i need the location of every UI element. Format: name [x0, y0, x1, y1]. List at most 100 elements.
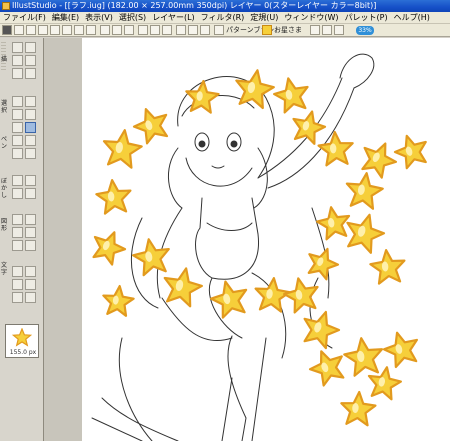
gradient-tool-icon[interactable] [25, 175, 36, 186]
tool-palette: 描 選択 ペン ぼかし 図形 文字 155.0 px [0, 38, 44, 441]
tool-group-label: 描 [1, 56, 8, 63]
brush-size-icon[interactable] [310, 25, 320, 35]
menu-file[interactable]: ファイル(F) [0, 12, 49, 23]
print-icon[interactable] [50, 25, 60, 35]
star-stamp [102, 284, 135, 317]
ruler-tool-icon[interactable] [12, 279, 23, 290]
brush-preset-swatch[interactable]: 155.0 px [5, 324, 39, 358]
rect-select-icon[interactable] [12, 96, 23, 107]
star-stamp [273, 77, 309, 114]
star-stamp [317, 130, 354, 167]
star-stamp [361, 142, 397, 179]
brush-size-label: 155.0 px [9, 349, 37, 356]
tool-group-label: ぼかし [1, 178, 8, 199]
select-pen-icon[interactable] [25, 109, 36, 120]
star-stamp [393, 134, 427, 170]
magic-wand-icon[interactable] [25, 68, 36, 79]
menu-help[interactable]: ヘルプ(H) [391, 12, 433, 23]
menu-ruler[interactable]: 定規(U) [247, 12, 281, 23]
pen-tool-icon[interactable] [25, 122, 36, 133]
star-stamp [235, 69, 275, 110]
brush-icon[interactable] [150, 25, 160, 35]
star-stamp [292, 110, 327, 145]
fill-tool-icon[interactable] [12, 175, 23, 186]
star-stamp [132, 238, 170, 277]
zoom-badge[interactable]: 33% [356, 26, 374, 35]
pattern-tool-icon[interactable] [25, 279, 36, 290]
title-bar: IllustStudio - [[ラフ.iug] (182.00 × 257.0… [0, 0, 450, 12]
star-brush-icon[interactable] [262, 25, 272, 35]
menu-window[interactable]: ウィンドウ(W) [281, 12, 341, 23]
star-preset-icon [12, 328, 32, 347]
toolbar: パターンブラシ お星さま 33% [0, 24, 450, 37]
menu-palette[interactable]: パレット(P) [342, 12, 391, 23]
airbrush-tool-icon[interactable] [12, 135, 23, 146]
ellipse-select-icon[interactable] [25, 96, 36, 107]
redo-icon[interactable] [124, 25, 134, 35]
star-stamp [308, 350, 345, 387]
polyline-tool-icon[interactable] [12, 240, 23, 251]
drawing-canvas[interactable] [82, 38, 450, 441]
star-stamp [303, 310, 341, 350]
star-stamp [132, 107, 169, 145]
opacity-icon[interactable] [322, 25, 332, 35]
lasso-tool-icon[interactable] [12, 68, 23, 79]
star-stamp [283, 277, 319, 314]
tool-group-label: 図形 [1, 218, 8, 232]
pen-icon[interactable] [138, 25, 148, 35]
cut-icon[interactable] [62, 25, 72, 35]
artwork [91, 53, 427, 441]
pencil-tool-icon[interactable] [12, 122, 23, 133]
operation-tool-icon[interactable] [25, 292, 36, 303]
blur-tool-icon[interactable] [25, 148, 36, 159]
app-icon [2, 2, 10, 10]
paste-icon[interactable] [86, 25, 96, 35]
zoom-tool-icon[interactable] [12, 55, 23, 66]
star-brush-label[interactable]: お星さま [274, 24, 302, 36]
pattern-brush-icon[interactable] [214, 25, 224, 35]
eyedropper-tool-icon[interactable] [12, 188, 23, 199]
menu-edit[interactable]: 編集(E) [49, 12, 82, 23]
open-file-icon[interactable] [26, 25, 36, 35]
rotate-tool-icon[interactable] [25, 42, 36, 53]
frame-tool-icon[interactable] [25, 240, 36, 251]
balloon-tool-icon[interactable] [25, 266, 36, 277]
ellipse-tool-icon[interactable] [25, 227, 36, 238]
object-tool-icon[interactable] [12, 292, 23, 303]
menu-filter[interactable]: フィルタ(R) [198, 12, 248, 23]
gradient-icon[interactable] [200, 25, 210, 35]
undo-icon[interactable] [112, 25, 122, 35]
eraser-icon[interactable] [162, 25, 172, 35]
fill-icon[interactable] [188, 25, 198, 35]
copy-icon[interactable] [74, 25, 84, 35]
eyedropper-icon[interactable] [176, 25, 186, 35]
curve-tool-icon[interactable] [25, 214, 36, 225]
star-stamp [209, 280, 248, 319]
eraser-tool-icon[interactable] [12, 148, 23, 159]
smudge-tool-icon[interactable] [25, 188, 36, 199]
menu-view[interactable]: 表示(V) [82, 12, 116, 23]
hand-tool-icon[interactable] [25, 55, 36, 66]
star-stamp [92, 231, 127, 266]
tool-group-label: 選択 [1, 100, 8, 114]
star-stamp [343, 337, 384, 377]
star-stamp [369, 248, 406, 285]
star-stamp [307, 247, 340, 281]
line-tool-icon[interactable] [12, 214, 23, 225]
rectangle-tool-icon[interactable] [12, 227, 23, 238]
blend-icon[interactable] [334, 25, 344, 35]
save-icon[interactable] [38, 25, 48, 35]
menu-bar: ファイル(F) 編集(E) 表示(V) 選択(S) レイヤー(L) フィルタ(R) 定規(U… [0, 12, 450, 24]
menu-select[interactable]: 選択(S) [116, 12, 149, 23]
star-stamp [102, 129, 143, 169]
grid-icon[interactable] [100, 25, 110, 35]
star-layer [92, 69, 427, 427]
move-tool-icon[interactable] [12, 42, 23, 53]
text-tool-icon[interactable] [12, 266, 23, 277]
settings-icon[interactable] [2, 25, 12, 35]
lasso-select-icon[interactable] [12, 109, 23, 120]
watercolor-tool-icon[interactable] [25, 135, 36, 146]
sketch-lines [91, 53, 375, 441]
new-file-icon[interactable] [14, 25, 24, 35]
menu-layer[interactable]: レイヤー(L) [149, 12, 197, 23]
